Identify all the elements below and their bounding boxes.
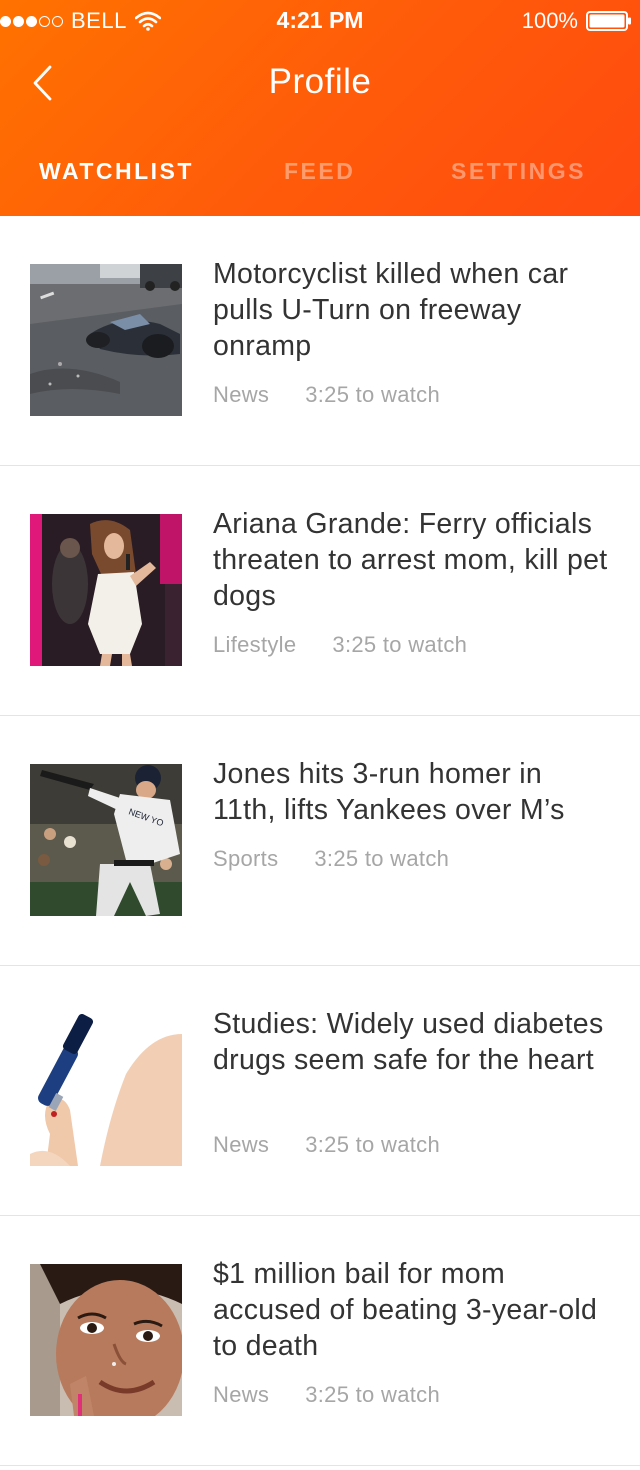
item-title: Motorcyclist killed when car pulls U-Tur… <box>213 258 569 362</box>
battery-icon <box>586 11 631 31</box>
item-meta: Sports 3:25 to watch <box>213 846 449 872</box>
item-title: Ariana Grande: Ferry officials threaten … <box>213 508 608 612</box>
thumbnail-woman-portrait <box>30 1264 182 1416</box>
item-meta: News 3:25 to watch <box>213 1382 440 1408</box>
list-item[interactable]: $1 million bail for mom accused of beati… <box>0 1216 640 1466</box>
item-category: News <box>213 1382 270 1407</box>
status-right: 100% <box>522 8 632 34</box>
item-duration: 3:25 to watch <box>314 846 450 871</box>
item-duration: 3:25 to watch <box>305 1382 440 1407</box>
item-meta: News 3:25 to watch <box>213 382 440 408</box>
list-item[interactable]: Ariana Grande: Ferry officials threaten … <box>0 466 640 716</box>
tab-settings[interactable]: SETTINGS <box>451 158 586 185</box>
thumbnail-motorcycle-crash <box>30 264 182 416</box>
item-title: Jones hits 3-run homer in 11th, lifts Ya… <box>213 758 565 826</box>
thumbnail-singer-on-stage <box>30 514 182 666</box>
navigation-bar: Profile <box>0 50 640 116</box>
list-item[interactable]: Studies: Widely used diabetes drugs seem… <box>0 966 640 1216</box>
tab-feed[interactable]: FEED <box>284 158 355 185</box>
item-category: News <box>213 382 270 407</box>
item-meta: Lifestyle 3:25 to watch <box>213 632 467 658</box>
item-title: $1 million bail for mom accused of beati… <box>213 1258 598 1362</box>
item-duration: 3:25 to watch <box>332 632 468 657</box>
item-category: Lifestyle <box>213 632 297 657</box>
item-category: News <box>213 1132 270 1157</box>
watchlist: Motorcyclist killed when car pulls U-Tur… <box>0 216 640 1466</box>
status-bar: BELL 4:21 PM 100% <box>0 0 640 40</box>
list-item[interactable]: NEW YO Jones hits 3-run homer in 11th, l… <box>0 716 640 966</box>
page-title: Profile <box>268 62 372 101</box>
tab-watchlist[interactable]: WATCHLIST <box>39 158 194 185</box>
chevron-left-icon[interactable] <box>28 64 58 102</box>
item-title: Studies: Widely used diabetes drugs seem… <box>213 1008 604 1076</box>
item-duration: 3:25 to watch <box>305 1132 440 1157</box>
thumbnail-baseball-player: NEW YO <box>30 764 182 916</box>
tab-bar: WATCHLIST FEED SETTINGS <box>0 148 640 198</box>
header: BELL 4:21 PM 100% Profile WATCHLIST FEED <box>0 0 640 216</box>
item-duration: 3:25 to watch <box>305 382 440 407</box>
thumbnail-glucose-test <box>30 1014 182 1166</box>
battery-percentage: 100% <box>521 8 578 33</box>
item-category: Sports <box>213 846 279 871</box>
list-item[interactable]: Motorcyclist killed when car pulls U-Tur… <box>0 216 640 466</box>
item-meta: News 3:25 to watch <box>213 1132 440 1158</box>
